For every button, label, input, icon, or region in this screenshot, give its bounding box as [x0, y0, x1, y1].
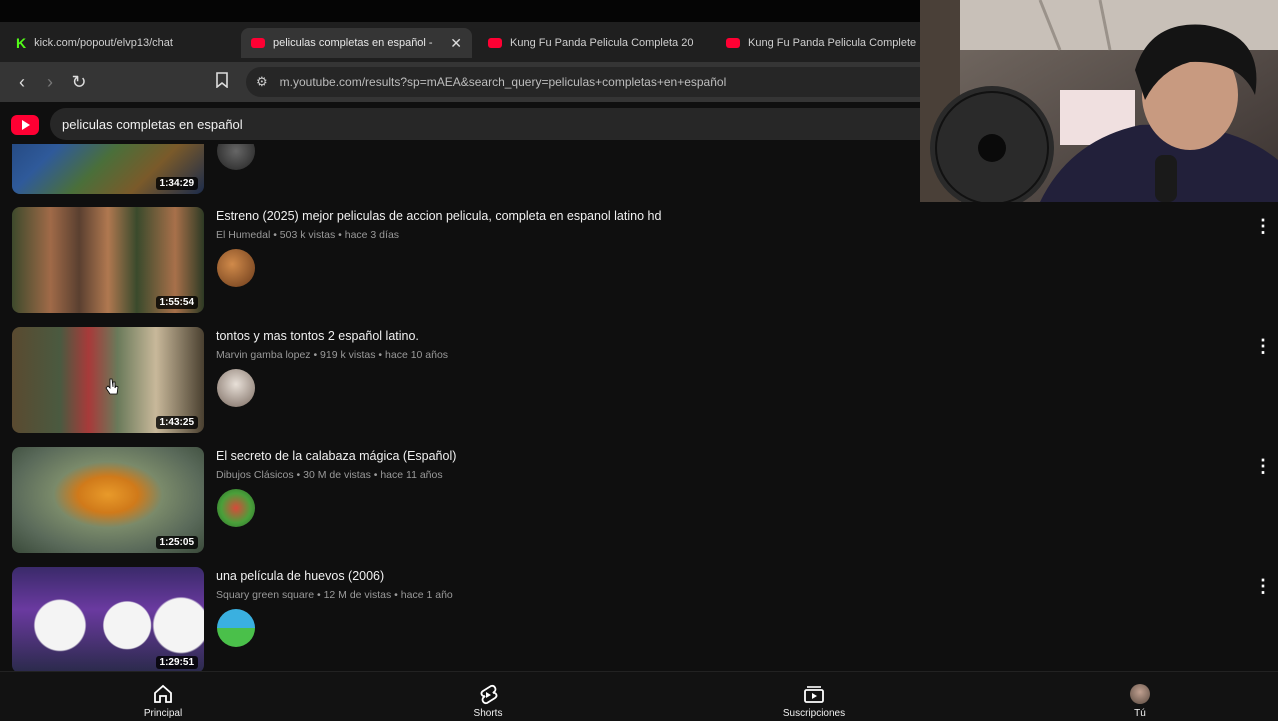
video-meta: Marvin gamba lopez • 919 k vistas • hace… — [216, 349, 449, 361]
tab-youtube-search[interactable]: peliculas completas en español - ✕ — [241, 28, 472, 58]
video-meta: Dibujos Clásicos • 30 M de vistas • hace… — [216, 469, 443, 481]
video-title[interactable]: una película de huevos (2006) — [216, 569, 384, 583]
video-meta: Squary green square • 12 M de vistas • h… — [216, 589, 453, 601]
channel-avatar[interactable] — [217, 144, 255, 170]
video-duration: 1:25:05 — [155, 536, 198, 549]
more-options-icon[interactable]: ⋮ — [1254, 575, 1272, 597]
youtube-header: peliculas completas en español — [0, 102, 920, 144]
reload-icon[interactable]: ↻ — [67, 70, 91, 94]
nav-you[interactable]: Tú — [1080, 684, 1200, 719]
video-thumbnail[interactable]: 1:25:05 — [12, 447, 204, 553]
webcam-overlay — [920, 0, 1278, 202]
video-result[interactable]: 1:29:51 una película de huevos (2006) Sq… — [0, 567, 1278, 671]
channel-avatar[interactable] — [217, 489, 255, 527]
video-title[interactable]: El secreto de la calabaza mágica (Españo… — [216, 449, 456, 463]
tab-kung-fu-panda-1[interactable]: Kung Fu Panda Pelicula Completa 20 — [478, 28, 708, 58]
video-result[interactable]: 1:55:54 Estreno (2025) mejor peliculas d… — [0, 207, 1278, 317]
tab-label: kick.com/popout/elvp13/chat — [34, 37, 173, 49]
video-duration: 1:29:51 — [155, 656, 198, 669]
video-result[interactable]: 1:25:05 El secreto de la calabaza mágica… — [0, 447, 1278, 557]
shorts-icon — [428, 684, 548, 706]
webcam-feed — [920, 0, 1278, 202]
more-options-icon[interactable]: ⋮ — [1254, 335, 1272, 357]
search-input[interactable]: peliculas completas en español — [50, 108, 920, 140]
youtube-icon — [251, 38, 265, 48]
home-icon — [103, 684, 223, 706]
back-icon[interactable]: ‹ — [10, 70, 34, 94]
address-bar[interactable]: ⚙ m.youtube.com/results?sp=mAEA&search_q… — [246, 67, 920, 97]
search-query: peliculas completas en español — [62, 116, 243, 132]
search-results: 1:34:29 1:55:54 Estreno (2025) mejor pel… — [0, 144, 1278, 671]
video-duration: 1:34:29 — [155, 177, 198, 190]
tab-label: peliculas completas en español - — [273, 37, 433, 49]
video-thumbnail[interactable]: 1:34:29 — [12, 144, 204, 194]
video-thumbnail[interactable]: 1:29:51 — [12, 567, 204, 671]
tab-kung-fu-panda-2[interactable]: Kung Fu Panda Pelicula Complete — [716, 28, 920, 58]
video-thumbnail[interactable]: 1:55:54 — [12, 207, 204, 313]
nav-label: Shorts — [473, 708, 503, 719]
tab-label: Kung Fu Panda Pelicula Complete — [748, 37, 917, 49]
browser-toolbar: ‹ › ↻ ⚙ m.youtube.com/results?sp=mAEA&se… — [0, 62, 920, 102]
tab-kick-chat[interactable]: K kick.com/popout/elvp13/chat — [4, 28, 236, 58]
site-settings-icon[interactable]: ⚙ — [256, 74, 268, 90]
close-icon[interactable]: ✕ — [450, 35, 462, 52]
channel-avatar[interactable] — [217, 249, 255, 287]
avatar — [1080, 684, 1200, 706]
bookmark-icon[interactable] — [210, 70, 234, 94]
nav-subscriptions[interactable]: Suscripciones — [754, 684, 874, 719]
channel-avatar[interactable] — [217, 609, 255, 647]
nav-label: Principal — [143, 708, 183, 719]
kick-icon: K — [16, 35, 27, 51]
nav-label: Tú — [1134, 708, 1146, 719]
video-meta: El Humedal • 503 k vistas • hace 3 días — [216, 229, 400, 241]
nav-home[interactable]: Principal — [103, 684, 223, 719]
subscriptions-icon — [754, 684, 874, 706]
tab-label: Kung Fu Panda Pelicula Completa 20 — [510, 37, 694, 49]
video-title[interactable]: tontos y mas tontos 2 español latino. — [216, 329, 419, 343]
youtube-icon — [488, 38, 502, 48]
more-options-icon[interactable]: ⋮ — [1254, 215, 1272, 237]
forward-icon[interactable]: › — [38, 70, 62, 94]
youtube-icon — [726, 38, 740, 48]
more-options-icon[interactable]: ⋮ — [1254, 455, 1272, 477]
video-title[interactable]: Estreno (2025) mejor peliculas de accion… — [216, 209, 661, 223]
browser-tab-bar: K kick.com/popout/elvp13/chat peliculas … — [0, 22, 920, 62]
video-duration: 1:55:54 — [155, 296, 198, 309]
address-url: m.youtube.com/results?sp=mAEA&search_que… — [279, 75, 727, 89]
channel-avatar[interactable] — [217, 369, 255, 407]
video-duration: 1:43:25 — [155, 416, 198, 429]
video-result[interactable]: 1:43:25 tontos y mas tontos 2 español la… — [0, 327, 1278, 437]
nav-shorts[interactable]: Shorts — [428, 684, 548, 719]
mouse-cursor-icon — [105, 378, 119, 395]
bottom-navigation: Principal Shorts Suscripciones Tú — [0, 671, 1278, 721]
nav-label: Suscripciones — [782, 708, 846, 719]
youtube-logo-icon[interactable] — [11, 115, 39, 135]
